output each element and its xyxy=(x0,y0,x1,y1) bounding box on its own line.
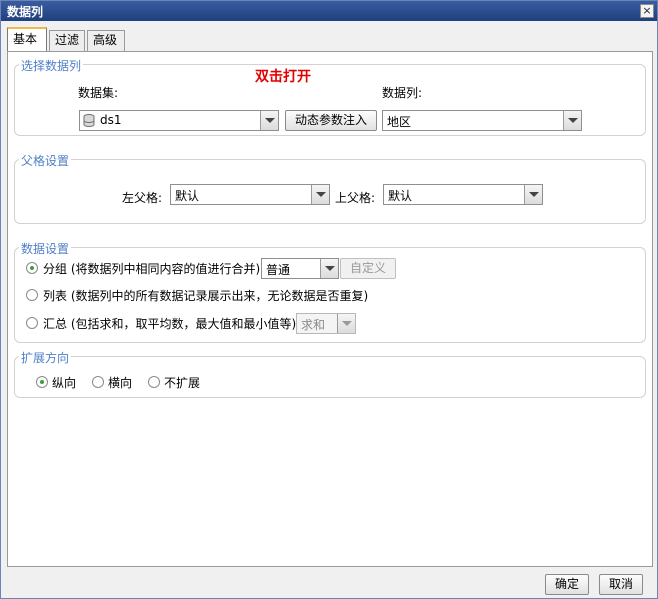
no-expand-label[interactable]: 不扩展 xyxy=(164,374,200,391)
close-button[interactable]: × xyxy=(640,4,654,18)
column-combo[interactable]: 地区 xyxy=(382,110,582,131)
top-parent-combo[interactable]: 默认 xyxy=(383,184,543,205)
database-icon xyxy=(83,114,95,127)
left-parent-dropdown-arrow[interactable] xyxy=(311,185,329,204)
dialog-footer: 确定 取消 xyxy=(1,567,657,598)
dataset-value: ds1 xyxy=(100,113,122,127)
tab-content-basic: 选择数据列 双击打开 数据集: ds1 动态参数注入 数据列: 地区 父格设置 xyxy=(7,51,653,567)
custom-button[interactable]: 自定义 xyxy=(340,258,396,279)
data-settings-group: 数据设置 分组 (将数据列中相同内容的值进行合并) 普通 自定义 列表 (数据列… xyxy=(14,240,646,343)
expand-direction-legend: 扩展方向 xyxy=(19,349,72,366)
double-click-hint: 双击打开 xyxy=(255,69,311,85)
group-mode-value: 普通 xyxy=(266,263,291,277)
dataset-combo[interactable]: ds1 xyxy=(79,110,279,131)
top-parent-dropdown-arrow[interactable] xyxy=(524,185,542,204)
cancel-button[interactable]: 取消 xyxy=(599,574,643,595)
column-value: 地区 xyxy=(387,115,412,129)
left-parent-combo[interactable]: 默认 xyxy=(170,184,330,205)
data-settings-legend: 数据设置 xyxy=(19,240,72,257)
radio-summary[interactable] xyxy=(26,317,38,329)
window-title: 数据列 xyxy=(7,5,44,19)
group-mode-dropdown-arrow[interactable] xyxy=(320,259,338,278)
radio-vertical[interactable] xyxy=(36,376,48,388)
group-option-label[interactable]: 分组 (将数据列中相同内容的值进行合并) xyxy=(43,260,260,277)
tab-filter[interactable]: 过滤 xyxy=(49,30,85,51)
tab-advanced[interactable]: 高级 xyxy=(87,30,125,51)
top-parent-label: 上父格: xyxy=(335,191,376,205)
ok-button[interactable]: 确定 xyxy=(545,574,589,595)
horizontal-label[interactable]: 横向 xyxy=(108,374,132,391)
top-parent-value: 默认 xyxy=(388,189,413,203)
list-option-label[interactable]: 列表 (数据列中的所有数据记录展示出来，无论数据是否重复) xyxy=(43,287,368,304)
summary-dropdown-arrow[interactable] xyxy=(337,314,355,333)
group-mode-combo[interactable]: 普通 xyxy=(261,258,339,279)
summary-option-label[interactable]: 汇总 (包括求和，取平均数，最大值和最小值等) xyxy=(43,315,296,332)
column-dropdown-arrow[interactable] xyxy=(563,111,581,130)
radio-list[interactable] xyxy=(26,289,38,301)
dataset-dropdown-arrow[interactable] xyxy=(260,111,278,130)
left-parent-value: 默认 xyxy=(175,189,200,203)
expand-direction-group: 扩展方向 纵向 横向 不扩展 xyxy=(14,349,646,398)
tab-basic[interactable]: 基本 xyxy=(7,27,47,51)
parent-settings-legend: 父格设置 xyxy=(19,152,72,169)
vertical-label[interactable]: 纵向 xyxy=(52,374,76,391)
radio-horizontal[interactable] xyxy=(92,376,104,388)
data-column-dialog: 数据列 × 基本 过滤 高级 选择数据列 双击打开 数据集: ds1 动态参数注… xyxy=(0,0,658,599)
title-bar[interactable]: 数据列 × xyxy=(1,1,657,21)
column-label: 数据列: xyxy=(382,86,423,100)
radio-group[interactable] xyxy=(26,262,38,274)
parent-settings-group: 父格设置 左父格: 默认 上父格: 默认 xyxy=(14,152,646,224)
summary-value: 求和 xyxy=(301,318,326,332)
radio-no-expand[interactable] xyxy=(148,376,160,388)
dataset-label: 数据集: xyxy=(78,86,119,100)
select-column-legend: 选择数据列 xyxy=(19,57,84,74)
summary-combo[interactable]: 求和 xyxy=(296,313,356,334)
select-column-group: 选择数据列 双击打开 数据集: ds1 动态参数注入 数据列: 地区 xyxy=(14,57,646,136)
left-parent-label: 左父格: xyxy=(122,191,163,205)
dynamic-param-button[interactable]: 动态参数注入 xyxy=(285,110,377,131)
